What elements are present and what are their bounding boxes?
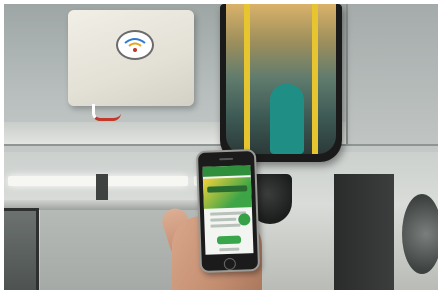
router-cable bbox=[92, 104, 121, 121]
app-connect-button bbox=[216, 235, 242, 245]
bus-interior-photo bbox=[4, 4, 438, 290]
wifi-router-box bbox=[68, 10, 194, 106]
ceiling-side-panel bbox=[346, 4, 438, 144]
smartphone bbox=[195, 148, 261, 274]
app-banner bbox=[202, 177, 252, 209]
phone-screen bbox=[202, 165, 254, 255]
app-text-line bbox=[210, 217, 237, 222]
phone-home-button bbox=[223, 257, 237, 271]
phone-speaker bbox=[219, 157, 234, 161]
app-banner-title-block bbox=[207, 185, 248, 193]
bus-window bbox=[4, 208, 39, 290]
app-badge-icon bbox=[238, 213, 251, 226]
rear-view-mirror bbox=[220, 4, 342, 162]
round-fixture bbox=[402, 194, 438, 274]
reflected-pole bbox=[244, 4, 250, 154]
mirror-reflection bbox=[226, 4, 336, 154]
app-text-line bbox=[210, 223, 241, 228]
app-text-line bbox=[219, 247, 240, 252]
reflected-passenger bbox=[270, 84, 304, 154]
wifi-logo-icon bbox=[116, 30, 154, 60]
dark-pillar bbox=[334, 174, 394, 290]
wifi-signal-icon bbox=[124, 38, 146, 52]
reflected-pole bbox=[312, 4, 318, 154]
app-header-bar bbox=[202, 165, 251, 177]
